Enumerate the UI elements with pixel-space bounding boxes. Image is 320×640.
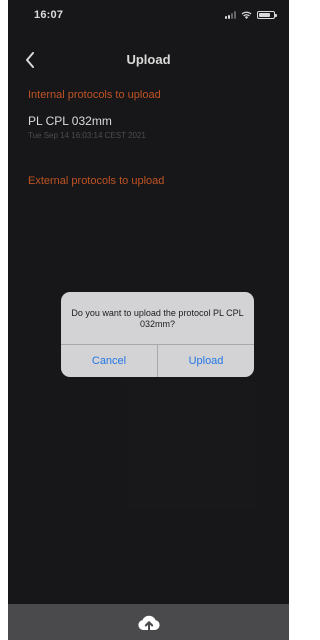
upload-button[interactable]: Upload	[158, 345, 254, 377]
screen-edge-left	[0, 0, 8, 640]
upload-confirm-dialog: Do you want to upload the protocol PL CP…	[61, 292, 254, 377]
bottom-toolbar	[8, 604, 289, 640]
screen-edge-right	[289, 0, 297, 640]
dialog-buttons: Cancel Upload	[61, 344, 254, 377]
dialog-message: Do you want to upload the protocol PL CP…	[71, 308, 244, 329]
cancel-button[interactable]: Cancel	[61, 345, 158, 377]
cloud-upload-icon[interactable]	[136, 614, 162, 634]
app-screen: 16:07 Upload Internal protocols to uploa…	[0, 0, 297, 640]
